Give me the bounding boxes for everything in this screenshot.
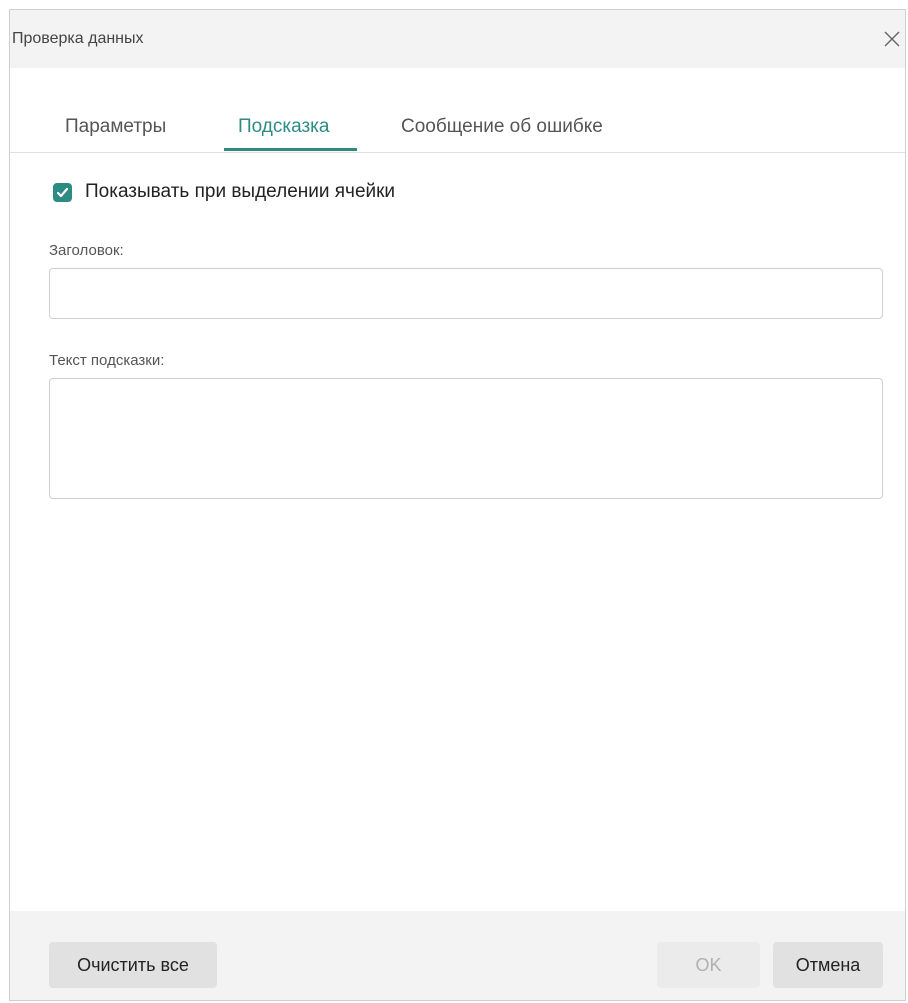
dialog-titlebar: Проверка данных — [10, 10, 905, 68]
show-on-select-option[interactable]: Показывать при выделении ячейки — [53, 180, 395, 204]
title-field-label: Заголовок: — [49, 242, 124, 259]
checkmark-icon — [56, 187, 69, 197]
data-validation-dialog: Проверка данных Параметры Подсказка Сооб… — [9, 9, 906, 1001]
dialog-title: Проверка данных — [12, 30, 144, 47]
active-tab-indicator — [224, 148, 357, 151]
show-on-select-checkbox[interactable] — [53, 182, 72, 202]
ok-button[interactable]: OK — [657, 942, 760, 988]
tab-hint[interactable]: Подсказка — [238, 116, 329, 138]
hint-text-label: Текст подсказки: — [49, 352, 165, 369]
tab-parameters[interactable]: Параметры — [65, 116, 166, 138]
tab-error-message[interactable]: Сообщение об ошибке — [401, 116, 603, 138]
hint-text-input[interactable] — [49, 378, 883, 499]
cancel-button[interactable]: Отмена — [773, 942, 883, 988]
dialog-footer: Очистить все OK Отмена — [10, 911, 905, 1000]
close-icon[interactable] — [881, 28, 903, 50]
title-input[interactable] — [49, 268, 883, 319]
tab-bar: Параметры Подсказка Сообщение об ошибке — [10, 68, 905, 153]
clear-all-button[interactable]: Очистить все — [49, 942, 217, 988]
show-on-select-label: Показывать при выделении ячейки — [85, 181, 396, 202]
